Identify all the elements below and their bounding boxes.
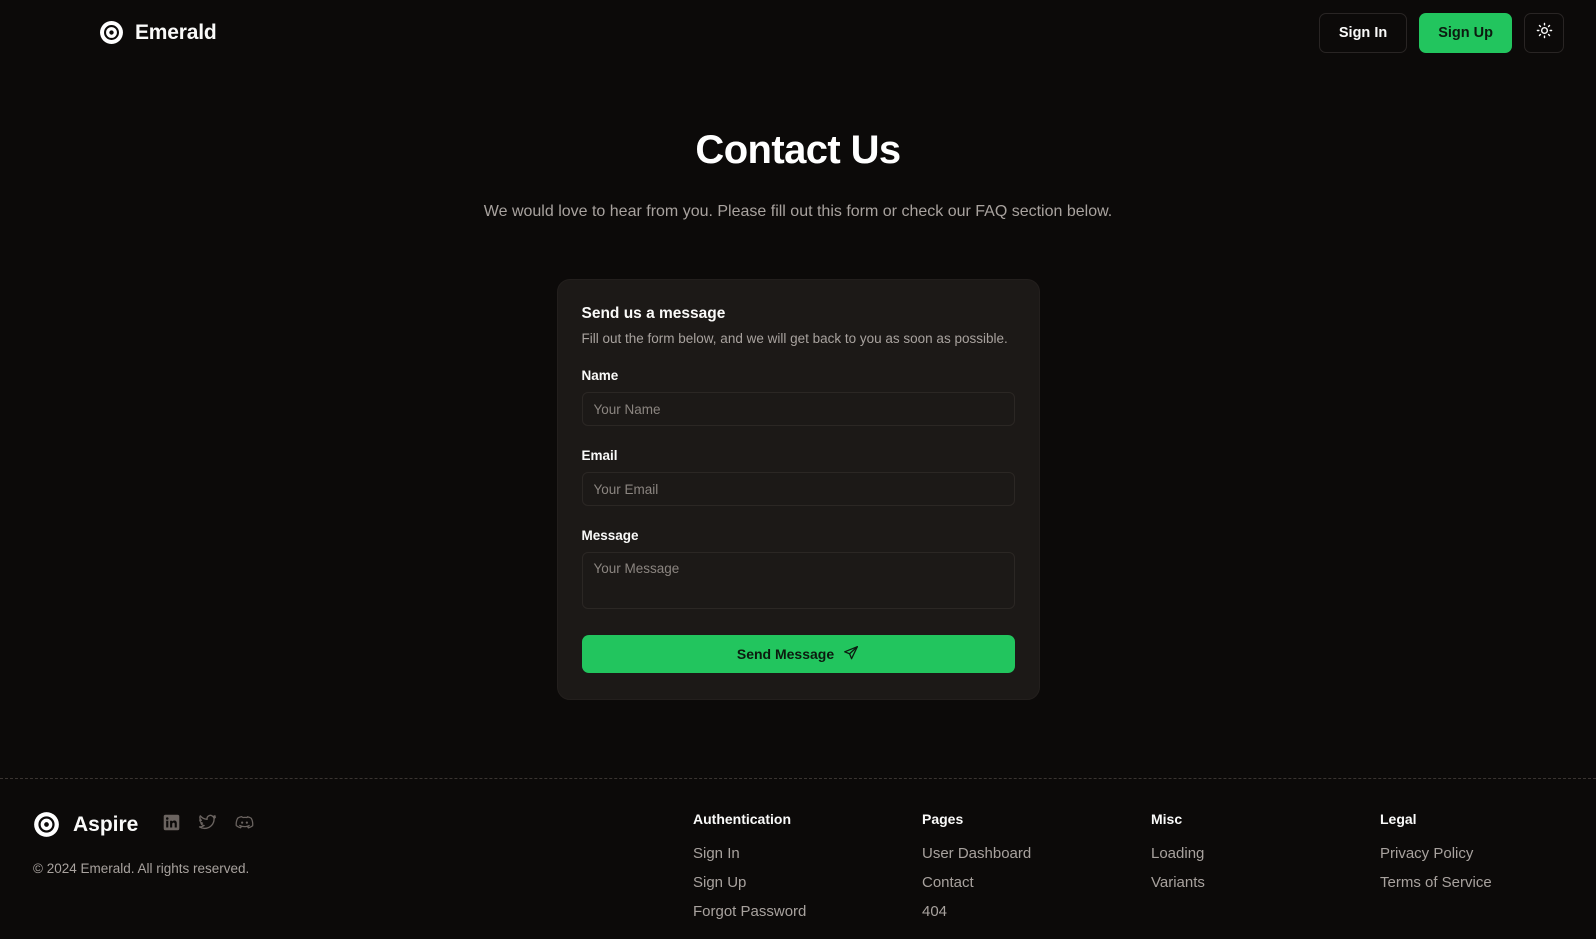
footer-column-authentication: Authentication Sign In Sign Up Forgot Pa…	[693, 811, 922, 932]
footer-link-404[interactable]: 404	[922, 903, 1151, 920]
footer-brand-row: Aspire	[33, 811, 363, 838]
send-message-label: Send Message	[736, 646, 835, 662]
footer-link-forgot-password[interactable]: Forgot Password	[693, 903, 922, 920]
card-subtitle: Fill out the form below, and we will get…	[581, 331, 1008, 346]
contact-form-card: Send us a message Fill out the form belo…	[556, 279, 1040, 700]
social-links	[163, 813, 254, 837]
message-field-label: Message	[581, 528, 639, 543]
brand-logo-group[interactable]: Emerald	[99, 20, 217, 45]
footer-column-title: Misc	[1151, 811, 1183, 827]
footer-link-terms-of-service[interactable]: Terms of Service	[1380, 874, 1560, 891]
name-input[interactable]	[581, 392, 1015, 426]
message-input[interactable]	[581, 552, 1015, 609]
message-field-group: Message	[581, 528, 1015, 614]
footer-link-variants[interactable]: Variants	[1151, 874, 1380, 891]
footer-link-user-dashboard[interactable]: User Dashboard	[922, 845, 1151, 862]
contact-form-section: Send us a message Fill out the form belo…	[0, 279, 1596, 700]
footer-column-title: Authentication	[693, 811, 791, 827]
sign-in-button[interactable]: Sign In	[1318, 12, 1408, 53]
site-footer: Aspire © 2024 Emerald. All rights reserv…	[0, 778, 1596, 932]
copyright-text: © 2024 Emerald. All rights reserved.	[33, 861, 250, 876]
name-field-label: Name	[581, 368, 619, 383]
email-field-group: Email	[581, 448, 1015, 506]
footer-column-misc: Misc Loading Variants	[1151, 811, 1380, 932]
footer-link-columns: Authentication Sign In Sign Up Forgot Pa…	[693, 811, 1560, 932]
page-title: Contact Us	[695, 128, 901, 172]
hero-section: Contact Us We would love to hear from yo…	[0, 65, 1596, 221]
name-field-group: Name	[581, 368, 1015, 426]
card-title: Send us a message	[581, 305, 726, 322]
footer-column-title: Legal	[1380, 811, 1417, 827]
footer-column-legal: Legal Privacy Policy Terms of Service	[1380, 811, 1560, 932]
send-paper-plane-icon	[843, 645, 859, 664]
footer-link-sign-up[interactable]: Sign Up	[693, 874, 922, 891]
footer-brand-column: Aspire © 2024 Emerald. All rights reserv…	[33, 811, 363, 932]
twitter-icon[interactable]	[198, 813, 217, 837]
footer-column-pages: Pages User Dashboard Contact 404	[922, 811, 1151, 932]
disc-target-icon	[99, 20, 124, 45]
footer-link-sign-in[interactable]: Sign In	[693, 845, 922, 862]
disc-target-icon	[33, 811, 60, 838]
send-message-button[interactable]: Send Message	[581, 635, 1015, 673]
sign-up-button[interactable]: Sign Up	[1419, 12, 1512, 53]
brand-name: Emerald	[135, 20, 217, 44]
email-input[interactable]	[581, 472, 1015, 506]
discord-icon[interactable]	[235, 813, 254, 837]
email-field-label: Email	[581, 448, 618, 463]
page-subtitle: We would love to hear from you. Please f…	[483, 203, 1113, 220]
linkedin-icon[interactable]	[163, 814, 180, 836]
sun-icon	[1536, 22, 1553, 44]
header-actions: Sign In Sign Up	[1318, 12, 1564, 53]
footer-column-title: Pages	[922, 811, 964, 827]
footer-link-contact[interactable]: Contact	[922, 874, 1151, 891]
theme-toggle-button[interactable]	[1524, 12, 1564, 53]
site-header: Emerald Sign In Sign Up	[0, 0, 1596, 65]
footer-link-privacy-policy[interactable]: Privacy Policy	[1380, 845, 1560, 862]
footer-brand-name: Aspire	[73, 812, 139, 836]
footer-link-loading[interactable]: Loading	[1151, 845, 1380, 862]
